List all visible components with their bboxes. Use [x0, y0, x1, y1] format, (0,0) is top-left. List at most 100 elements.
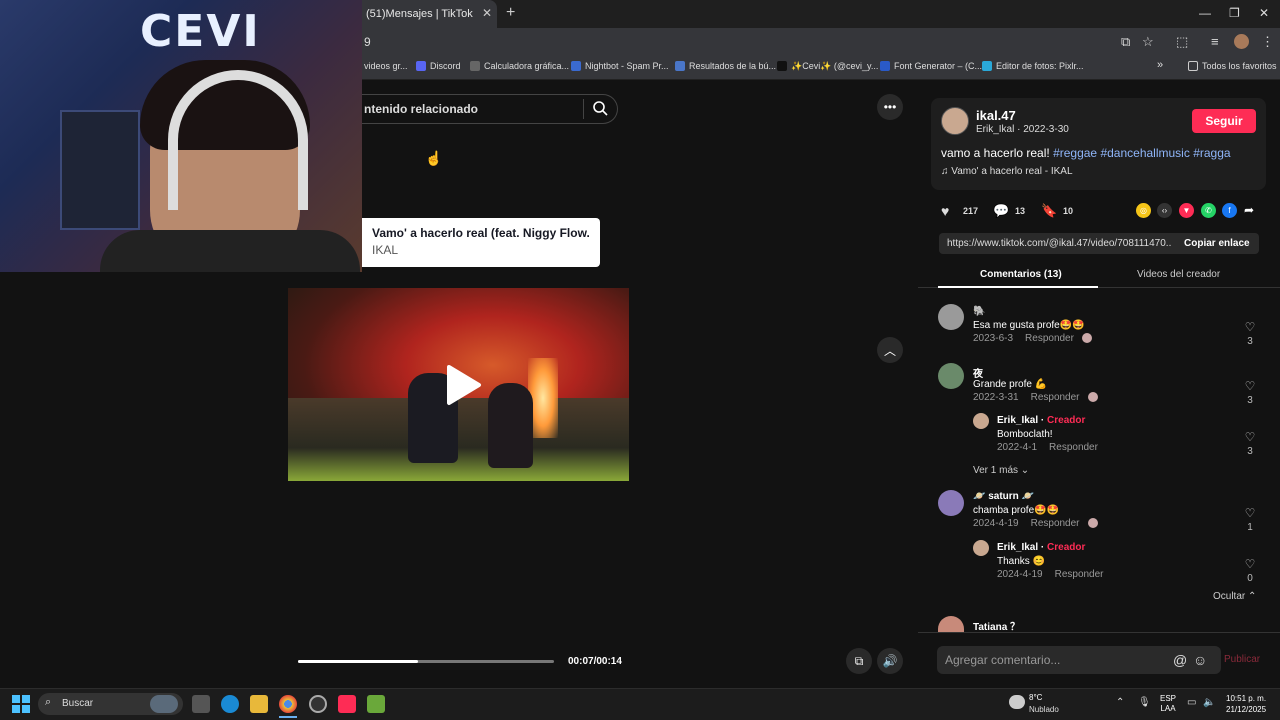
bookmark-item[interactable]: Editor de fotos: Pixlr...	[982, 61, 1084, 71]
reply-button[interactable]: Responder	[1025, 333, 1074, 344]
install-app-icon[interactable]: ⧉	[1121, 34, 1130, 50]
reply-button[interactable]: Responder	[1049, 442, 1098, 453]
app-icon[interactable]	[367, 695, 385, 713]
comment-text: Grande profe 💪	[973, 379, 1048, 390]
copy-link-button[interactable]: Copiar enlace	[1184, 238, 1250, 249]
windows-start-icon[interactable]	[12, 695, 30, 713]
comment-avatar[interactable]	[938, 363, 964, 389]
comment-stat[interactable]: 💬 13	[993, 204, 1025, 218]
chrome-menu-icon[interactable]: ⋮	[1261, 34, 1274, 50]
chevron-up-icon[interactable]: ︿	[877, 337, 903, 363]
send-icon[interactable]: ▼	[1179, 203, 1194, 218]
view-more-replies[interactable]: Ver 1 más ⌄	[973, 465, 1029, 476]
comment-like[interactable]: ♡ 3	[1241, 430, 1259, 457]
minimize-icon[interactable]: —	[1199, 6, 1211, 20]
chevron-up-icon[interactable]: ⌃	[1116, 697, 1124, 708]
tab-close-icon[interactable]: ✕	[482, 6, 492, 20]
bookmark-item[interactable]: ✨Cevi✨ (@cevi_y...	[777, 61, 878, 72]
bookmark-item[interactable]: Discord	[416, 61, 461, 71]
task-view-icon[interactable]	[192, 695, 210, 713]
save-stat[interactable]: 🔖 10	[1041, 204, 1073, 218]
weather-temperature[interactable]: 8°C	[1029, 693, 1042, 702]
comment-like[interactable]: ♡ 3	[1241, 320, 1259, 347]
file-explorer-icon[interactable]	[250, 695, 268, 713]
post-comment-button[interactable]: Publicar	[1224, 654, 1260, 665]
media-control-icon[interactable]: ≡	[1211, 34, 1219, 49]
search-icon[interactable]	[592, 100, 608, 116]
bookmark-item[interactable]: Nightbot - Spam Pr...	[571, 61, 669, 71]
tab-creator-videos[interactable]: Videos del creador	[1137, 269, 1220, 280]
share-arrow-icon[interactable]: ➦	[1244, 203, 1254, 217]
tiktok-icon[interactable]	[338, 695, 356, 713]
reply-avatar[interactable]	[973, 540, 989, 556]
hide-replies[interactable]: Ocultar ⌃	[1213, 591, 1256, 602]
weather-icon[interactable]	[1009, 695, 1025, 709]
bookmark-item[interactable]: Font Generator – (C...	[880, 61, 982, 71]
microphone-icon[interactable]: 🎙	[1138, 697, 1151, 708]
edge-icon[interactable]	[221, 695, 239, 713]
hashtag[interactable]: #dancehallmusic	[1100, 146, 1189, 160]
author-subtitle: Erik_Ikal · 2022-3-30	[976, 124, 1069, 135]
bookmark-item[interactable]: videos gr...	[364, 61, 408, 71]
comment-like[interactable]: ♡ 0	[1241, 557, 1259, 584]
reply-button[interactable]: Responder	[1031, 392, 1080, 403]
clock[interactable]: 10:51 p. m. 21/12/2025	[1226, 693, 1266, 715]
new-tab-icon[interactable]: +	[506, 4, 515, 22]
play-icon[interactable]	[443, 363, 483, 407]
heart-outline-icon: ♡	[1244, 430, 1256, 444]
weather-description[interactable]: Nublado	[1029, 705, 1059, 714]
bookmarks-overflow-icon[interactable]: »	[1157, 59, 1163, 71]
bookmark-star-icon[interactable]: ☆	[1142, 34, 1154, 50]
bookmark-item[interactable]: Calculadora gráfica...	[470, 61, 569, 71]
hashtag[interactable]: #reggae	[1053, 146, 1097, 160]
volume-icon[interactable]: 🔈	[1203, 697, 1215, 708]
comment-avatar[interactable]	[938, 490, 964, 516]
mention-icon[interactable]: @	[1173, 652, 1187, 668]
bookmark-favicon-icon	[416, 61, 426, 71]
comment-author[interactable]: Tatiana ？	[973, 618, 1020, 633]
whatsapp-icon[interactable]: ✆	[1201, 203, 1216, 218]
reply-avatar[interactable]	[973, 413, 989, 429]
comment-author[interactable]: 🐘	[973, 306, 985, 317]
window-close-icon[interactable]: ✕	[1259, 6, 1269, 20]
coin-share-icon[interactable]: ◎	[1136, 203, 1151, 218]
more-options-icon[interactable]: •••	[877, 94, 903, 120]
all-bookmarks[interactable]: Todos los favoritos	[1188, 61, 1277, 71]
network-icon[interactable]: ▭	[1187, 697, 1196, 708]
active-tab-indicator	[938, 286, 1098, 288]
comment-like[interactable]: ♡ 3	[1241, 379, 1259, 406]
maximize-icon[interactable]: ❐	[1229, 6, 1240, 20]
bookmark-item[interactable]: Resultados de la bú...	[675, 61, 776, 71]
like-stat[interactable]: ♥ 217	[941, 204, 978, 218]
search-input[interactable]: ntenido relacionado	[364, 102, 478, 116]
follow-button[interactable]: Seguir	[1192, 109, 1256, 133]
embed-icon[interactable]: ‹›	[1157, 203, 1172, 218]
profile-avatar[interactable]	[1234, 34, 1249, 49]
post-link[interactable]: https://www.tiktok.com/@ikal.47/video/70…	[947, 238, 1172, 249]
volume-icon[interactable]: 🔊	[877, 648, 903, 674]
music-line[interactable]: ♫ Vamo' a hacerlo real - IKAL	[941, 166, 1073, 177]
browser-tab[interactable]: (51)Mensajes | TikTok	[362, 0, 497, 28]
obs-icon[interactable]	[309, 695, 327, 713]
chrome-icon[interactable]	[279, 695, 297, 713]
reply-button[interactable]: Responder	[1031, 518, 1080, 529]
tab-comments[interactable]: Comentarios (13)	[980, 269, 1062, 280]
address-text[interactable]: 9	[364, 35, 371, 49]
reply-button[interactable]: Responder	[1055, 569, 1104, 580]
extensions-icon[interactable]: ⬚	[1176, 34, 1188, 50]
language-indicator[interactable]: ESP LAA	[1160, 694, 1176, 714]
comment-avatar[interactable]	[938, 304, 964, 330]
author-avatar[interactable]	[941, 107, 969, 135]
author-name[interactable]: ikal.47	[976, 108, 1016, 123]
emoji-icon[interactable]: ☺	[1193, 652, 1207, 668]
facebook-icon[interactable]: f	[1222, 203, 1237, 218]
comment-like[interactable]: ♡ 1	[1241, 506, 1259, 533]
hashtag[interactable]: #ragga	[1193, 146, 1230, 160]
pip-icon[interactable]: ⧉	[846, 648, 872, 674]
reply-author[interactable]: Erik_Ikal · Creador	[997, 415, 1085, 426]
comment-author[interactable]: 🪐 saturn 🪐	[973, 491, 1034, 502]
comment-author[interactable]: 夜	[973, 365, 983, 380]
song-card[interactable]: Vamo' a hacerlo real (feat. Niggy Flow..…	[362, 218, 600, 267]
reply-author[interactable]: Erik_Ikal · Creador	[997, 542, 1085, 553]
bookmark-label: Nightbot - Spam Pr...	[585, 61, 669, 71]
